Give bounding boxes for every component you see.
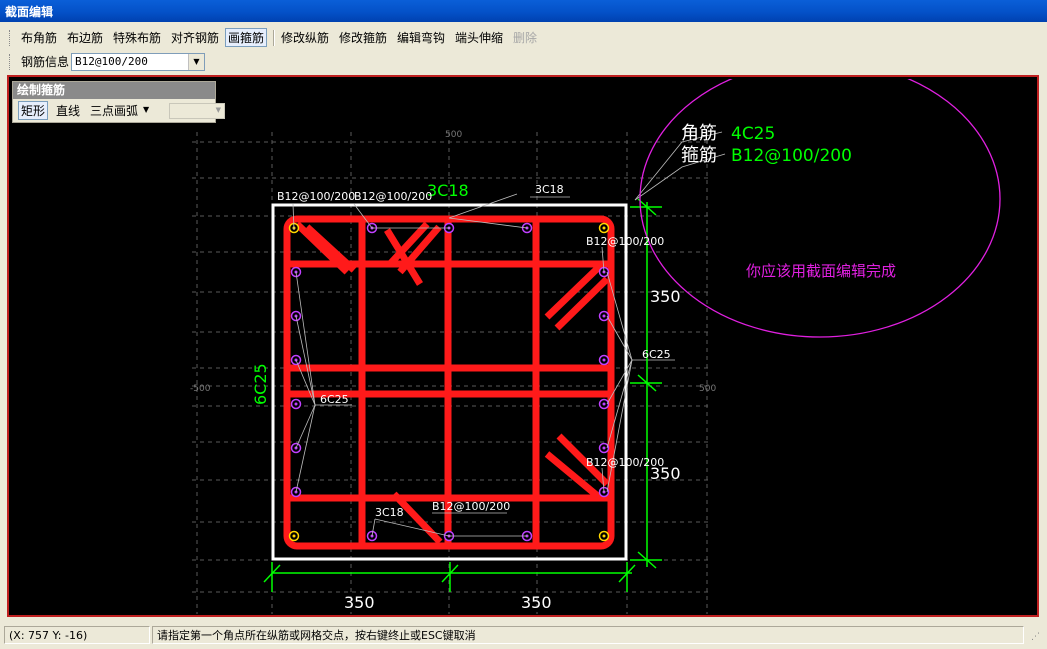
main-toolbar: 布角筋 布边筋 特殊布筋 对齐钢筋 画箍筋 修改纵筋 修改箍筋 编辑弯钩 端头伸… bbox=[0, 26, 1047, 50]
place-side-rebar-button[interactable]: 布边筋 bbox=[65, 29, 105, 47]
legend-corner-value: 4C25 bbox=[731, 124, 775, 144]
legend-stirrup-label: 箍筋 bbox=[681, 145, 717, 166]
rebar-center bbox=[602, 358, 606, 362]
chevron-down-icon[interactable]: ▼ bbox=[143, 105, 149, 114]
stirrup-label: B12@100/200 bbox=[354, 190, 432, 203]
edit-stirrup-button[interactable]: 修改箍筋 bbox=[337, 29, 389, 47]
draw-stirrup-palette: 绘制箍筋 矩形 直线 三点画弧 ▼ ▼ bbox=[12, 81, 225, 123]
rebar-center bbox=[294, 402, 298, 406]
draw-stirrup-button[interactable]: 画箍筋 bbox=[225, 28, 268, 47]
stirrup-label: B12@100/200 bbox=[277, 190, 355, 203]
section-drawing[interactable]: 500 -500 500 角筋 4C25 箍筋 B12@100/200 你应该用… bbox=[9, 77, 1037, 615]
chevron-down-icon[interactable]: ▼ bbox=[216, 106, 221, 114]
toolbar-separator bbox=[273, 30, 275, 46]
dimension-label: 350 bbox=[344, 593, 375, 612]
three-point-arc-button[interactable]: 三点画弧 bbox=[88, 102, 140, 120]
edit-hook-button[interactable]: 编辑弯钩 bbox=[395, 29, 447, 47]
rebar-center bbox=[602, 314, 606, 318]
rebar-info-label: 钢筋信息 bbox=[21, 55, 70, 69]
status-bar: (X: 757 Y: -16) 请指定第一个角点所在纵筋或网格交点，按右键终止或… bbox=[0, 624, 1047, 649]
drawing-canvas[interactable]: 500 -500 500 角筋 4C25 箍筋 B12@100/200 你应该用… bbox=[7, 75, 1039, 617]
line-tool-button[interactable]: 直线 bbox=[54, 102, 82, 120]
annotation-ellipse bbox=[639, 79, 1001, 338]
legend-stirrup-value: B12@100/200 bbox=[731, 146, 852, 166]
dimension-label: 350 bbox=[650, 287, 681, 306]
left-leader-rebar-label: 6C25 bbox=[320, 393, 349, 406]
toolbar-grip[interactable] bbox=[9, 54, 13, 70]
rebar-center bbox=[602, 446, 606, 450]
rebar-center bbox=[602, 534, 606, 538]
toolbar-grip[interactable] bbox=[9, 30, 13, 46]
top-side-rebar-label: 3C18 bbox=[427, 181, 469, 200]
delete-button[interactable]: 删除 bbox=[511, 29, 539, 47]
title-bar: 截面编辑 bbox=[0, 0, 1047, 22]
rectangle-tool-button[interactable]: 矩形 bbox=[18, 101, 49, 120]
grid-label-left: -500 bbox=[190, 384, 211, 394]
top-leader-rebar-label: 3C18 bbox=[535, 183, 564, 196]
status-message: 请指定第一个角点所在纵筋或网格交点，按右键终止或ESC键取消 bbox=[152, 626, 1024, 644]
palette-title[interactable]: 绘制箍筋 bbox=[13, 82, 215, 99]
dimension-label: 350 bbox=[650, 464, 681, 483]
left-side-rebar-label: 6C25 bbox=[251, 363, 270, 405]
grid-label-top: 500 bbox=[445, 130, 462, 140]
rebar-info-select[interactable]: B12@100/200 ▼ bbox=[71, 53, 205, 71]
stirrup-label: B12@100/200 bbox=[586, 235, 664, 248]
stirrup-group bbox=[283, 215, 615, 550]
resize-grip-icon[interactable]: ⋰ bbox=[1031, 632, 1043, 644]
stirrup-label: B12@100/200 bbox=[432, 500, 510, 513]
right-leader-rebar-label: 6C25 bbox=[642, 348, 671, 361]
rebar-info-value: B12@100/200 bbox=[75, 55, 148, 68]
annotation-note: 你应该用截面编辑完成 bbox=[746, 262, 896, 280]
arc-option-select[interactable]: ▼ bbox=[169, 103, 225, 119]
dimension-label: 350 bbox=[521, 593, 552, 612]
grid-label-right: 500 bbox=[699, 384, 716, 394]
cursor-coordinates: (X: 757 Y: -16) bbox=[4, 626, 150, 644]
place-corner-rebar-button[interactable]: 布角筋 bbox=[19, 29, 59, 47]
window-title: 截面编辑 bbox=[5, 5, 54, 19]
rebar-center bbox=[602, 226, 606, 230]
chevron-down-icon[interactable]: ▼ bbox=[188, 54, 204, 70]
special-rebar-button[interactable]: 特殊布筋 bbox=[111, 29, 163, 47]
edit-longitudinal-rebar-button[interactable]: 修改纵筋 bbox=[279, 29, 331, 47]
legend-corner-label: 角筋 bbox=[681, 123, 717, 144]
bottom-leader-rebar-label: 3C18 bbox=[375, 506, 404, 519]
rebar-center bbox=[602, 402, 606, 406]
align-rebar-button[interactable]: 对齐钢筋 bbox=[169, 29, 221, 47]
end-stretch-button[interactable]: 端头伸缩 bbox=[453, 29, 505, 47]
rebar-center bbox=[292, 534, 296, 538]
